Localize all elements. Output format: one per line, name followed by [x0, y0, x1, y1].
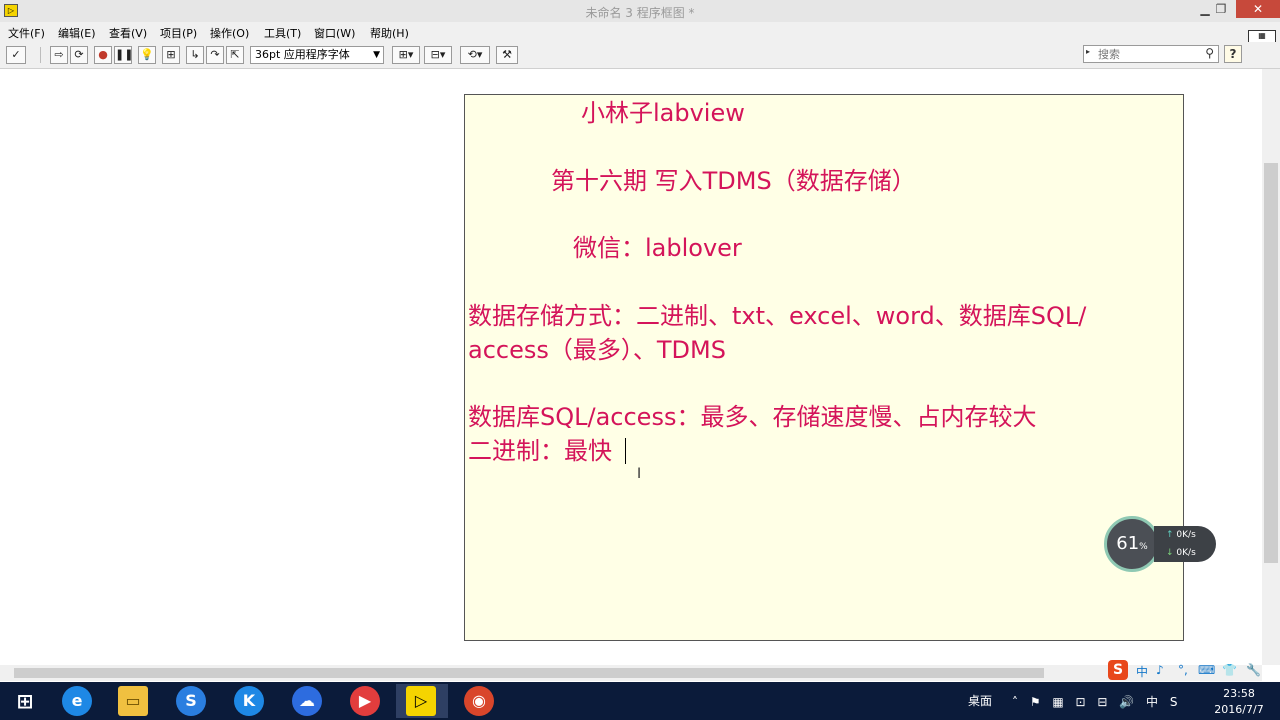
taskbar-sogou[interactable]: S — [166, 684, 218, 718]
taskbar-explorer[interactable]: ▭ — [108, 684, 160, 718]
step-over-icon[interactable]: ↷ — [206, 46, 224, 64]
window-title: 未命名 3 程序框图 * — [585, 6, 695, 20]
run-arrow-icon[interactable]: ⇨ — [50, 46, 68, 64]
step-out-icon[interactable]: ⇱ — [226, 46, 244, 64]
note-line-3: 微信：lablover — [573, 234, 742, 262]
free-label-note[interactable]: 小林子labview 第十六期 写入TDMS（数据存储） 微信：lablover… — [464, 94, 1184, 641]
labview-icon: ▷ — [406, 686, 436, 716]
note-line-5: access（最多）、TDMS — [468, 336, 726, 364]
note-line-7: 二进制：最快 — [468, 437, 612, 465]
font-dropdown[interactable]: 36pt 应用程序字体 ▼ — [250, 46, 384, 64]
sogou-ime-logo-icon[interactable]: S — [1108, 660, 1128, 680]
retain-wire-values-icon[interactable]: ⊞ — [162, 46, 180, 64]
search-field[interactable]: ▸ ⚲ — [1083, 45, 1219, 63]
network-rate-panel: ↑ 0K/s ↓ 0K/s — [1154, 526, 1216, 562]
taskbar-clock[interactable]: 23:58 2016/7/7 — [1200, 686, 1278, 718]
ime-chinese-mode[interactable]: 中 — [1136, 663, 1148, 680]
pause-icon[interactable]: ❚❚ — [114, 46, 133, 64]
recorder-icon: ◉ — [464, 686, 494, 716]
note-line-2: 第十六期 写入TDMS（数据存储） — [551, 167, 916, 195]
menu-help[interactable]: 帮助(H) — [370, 25, 409, 41]
close-button[interactable]: ✕ — [1236, 0, 1280, 18]
note-line-4: 数据存储方式：二进制、txt、excel、word、数据库SQL/ — [468, 302, 1087, 330]
menu-operate[interactable]: 操作(O) — [210, 25, 249, 41]
download-arrow-icon: ↓ — [1166, 548, 1174, 558]
maximize-button[interactable]: ❐ — [1206, 0, 1236, 18]
file-explorer-icon: ▭ — [118, 686, 148, 716]
cpu-usage-gauge: 61% — [1104, 516, 1160, 572]
upload-rate: 0K/s — [1176, 530, 1196, 540]
search-input[interactable] — [1098, 47, 1194, 61]
chevron-down-icon: ▼ — [373, 50, 380, 60]
internet-explorer-icon: e — [62, 686, 92, 716]
vertical-scrollbar-thumb[interactable] — [1264, 163, 1278, 563]
menu-bar: 文件(F) 编辑(E) 查看(V) 项目(P) 操作(O) 工具(T) 窗口(W… — [0, 22, 1280, 42]
menu-tools[interactable]: 工具(T) — [264, 25, 301, 41]
ime-tools-icon[interactable]: 🔧 — [1246, 663, 1261, 677]
menu-project[interactable]: 项目(P) — [160, 25, 197, 41]
title-bar: ▷ 未命名 3 程序框图 * ▁ ❐ ✕ — [0, 0, 1280, 22]
cloud-icon: ☁ — [292, 686, 322, 716]
ime-skin-icon[interactable]: 👕 — [1222, 663, 1237, 677]
toolbar-separator — [40, 47, 41, 63]
kugou-icon: K — [234, 686, 264, 716]
ime-punctuation-icon[interactable]: °, — [1178, 663, 1188, 677]
upload-arrow-icon: ↑ — [1166, 530, 1174, 540]
cpu-percent-unit: % — [1139, 542, 1148, 552]
reorder-icon[interactable]: ⟲▾ — [460, 46, 490, 64]
ibeam-cursor-icon: I — [637, 466, 642, 482]
ime-keyboard-icon[interactable]: ⌨ — [1198, 663, 1215, 677]
system-monitor-widget[interactable]: 61% ↑ 0K/s ↓ 0K/s — [1104, 516, 1216, 572]
note-line-6: 数据库SQL/access：最多、存储速度慢、占内存较大 — [468, 403, 1037, 431]
desktop-toolbar-label[interactable]: 桌面 — [968, 692, 992, 709]
taskbar-labview[interactable]: ▷ — [396, 684, 448, 718]
abort-execution-icon[interactable]: ● — [94, 46, 112, 64]
play-icon: ▶ — [350, 686, 380, 716]
menu-edit[interactable]: 编辑(E) — [58, 25, 96, 41]
windows-logo-icon: ⊞ — [16, 689, 34, 713]
menu-file[interactable]: 文件(F) — [8, 25, 45, 41]
run-continuously-icon[interactable]: ⟳ — [70, 46, 88, 64]
text-caret — [625, 438, 626, 464]
ok-check-icon[interactable]: ✓ — [6, 46, 26, 64]
taskbar-video-player[interactable]: ▶ — [340, 684, 392, 718]
taskbar-kugou[interactable]: K — [224, 684, 276, 718]
menu-view[interactable]: 查看(V) — [109, 25, 147, 41]
note-line-1: 小林子labview — [581, 99, 745, 127]
sogou-browser-icon: S — [176, 686, 206, 716]
tray-ime-indicator[interactable]: 中 — [1146, 695, 1162, 709]
ime-moon-icon[interactable]: ♪ — [1156, 663, 1164, 677]
cpu-percent: 61 — [1116, 533, 1140, 554]
start-button[interactable]: ⊞ — [0, 684, 52, 718]
taskbar-baidu-cloud[interactable]: ☁ — [282, 684, 334, 718]
context-help-icon[interactable]: ? — [1224, 45, 1242, 63]
align-objects-icon[interactable]: ⊞▾ — [392, 46, 420, 64]
distribute-objects-icon[interactable]: ⊟▾ — [424, 46, 452, 64]
system-tray-icons[interactable]: ˄ ⚑ ▦ ⊡ ⊟ 🔊 中 S — [1012, 693, 1182, 710]
clock-date: 2016/7/7 — [1214, 703, 1264, 716]
search-icon[interactable]: ⚲ — [1205, 46, 1214, 60]
horizontal-scrollbar-thumb[interactable] — [14, 668, 1044, 678]
search-scope-icon[interactable]: ▸ — [1086, 47, 1090, 56]
download-rate: 0K/s — [1176, 548, 1196, 558]
taskbar-recorder[interactable]: ◉ — [454, 684, 506, 718]
menu-window[interactable]: 窗口(W) — [314, 25, 355, 41]
taskbar-ie[interactable]: e — [52, 684, 104, 718]
step-into-icon[interactable]: ↳ — [186, 46, 204, 64]
font-dropdown-value: 36pt 应用程序字体 — [255, 48, 350, 61]
highlight-execution-icon[interactable]: 💡 — [138, 46, 156, 64]
cleanup-diagram-icon[interactable]: ⚒ — [496, 46, 518, 64]
clock-time: 23:58 — [1223, 687, 1255, 700]
